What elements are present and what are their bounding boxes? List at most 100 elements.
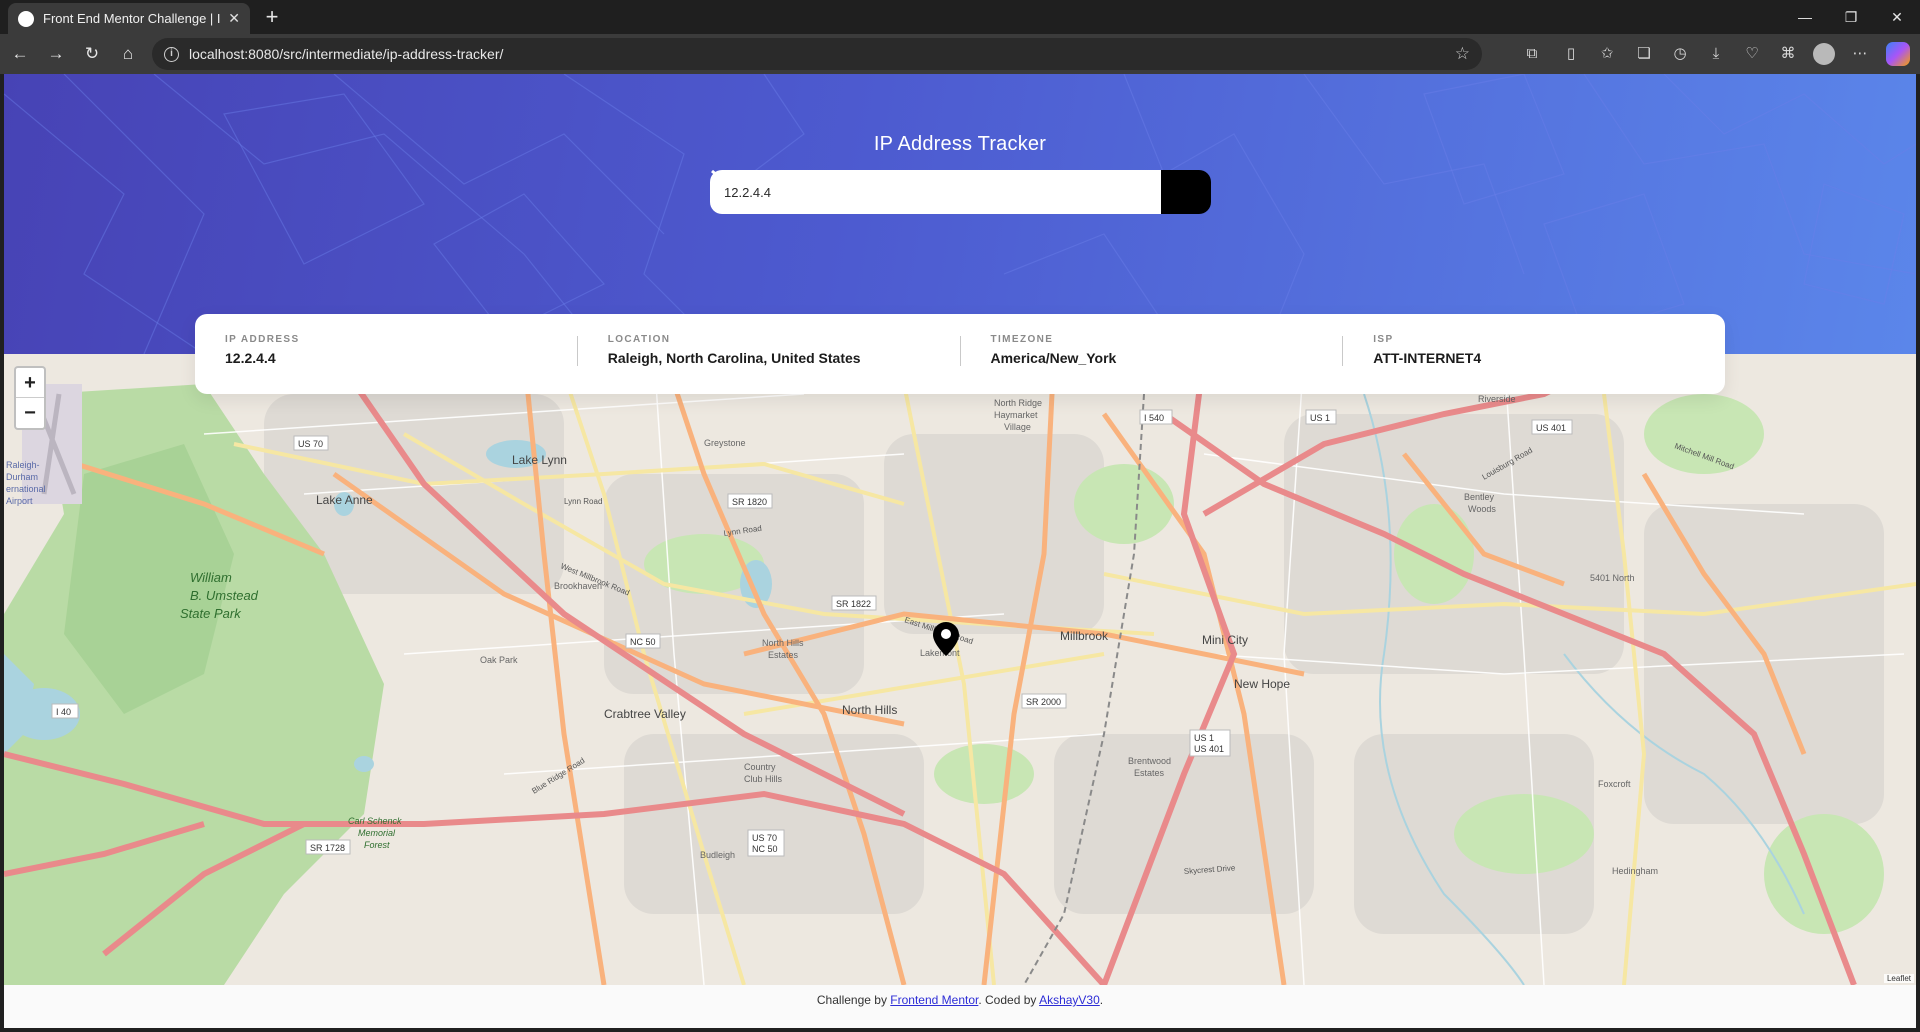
search-form [710, 170, 1211, 214]
map-label: Airport [6, 496, 33, 506]
tab-close-icon[interactable]: ✕ [228, 10, 240, 27]
map-label: Millbrook [1060, 629, 1109, 643]
map-label: Durham [6, 472, 38, 482]
svg-text:SR 1820: SR 1820 [732, 497, 767, 507]
footer-middle: . Coded by [978, 993, 1040, 1007]
map-label: New Hope [1234, 677, 1290, 691]
footer-prefix: Challenge by [816, 993, 891, 1007]
address-url[interactable]: localhost:8080/src/intermediate/ip-addre… [189, 46, 1455, 62]
favorites-icon[interactable]: ✩ [1596, 43, 1618, 65]
map-label: Greystone [704, 438, 746, 448]
reload-icon[interactable]: ↻ [78, 40, 106, 68]
zoom-in-button[interactable]: + [16, 368, 44, 398]
info-label: Location [607, 334, 671, 345]
map-attribution[interactable]: Leaflet [1883, 974, 1914, 983]
history-icon[interactable]: ◷ [1669, 43, 1691, 65]
site-info-icon[interactable]: i [164, 46, 179, 62]
extensions-icon[interactable]: ⧉ [1521, 43, 1543, 65]
map-label: Lake Anne [316, 493, 373, 507]
map-label: North Ridge [994, 398, 1042, 408]
map-container[interactable]: Lake Lynn Lake Anne Greystone North Ridg… [4, 354, 1916, 985]
map-label: Riverside [1478, 394, 1516, 404]
svg-text:US 70: US 70 [752, 833, 777, 843]
svg-text:SR 1728: SR 1728 [310, 843, 345, 853]
browser-toolbar: ← → ↻ ⌂ i localhost:8080/src/intermediat… [0, 34, 1920, 74]
back-icon[interactable]: ← [6, 40, 34, 68]
hero-pattern [4, 74, 1916, 354]
browser-tab-bar: Front End Mentor Challenge | IP Address … [0, 0, 1920, 34]
map-label: Estates [1134, 768, 1165, 778]
new-tab-icon[interactable]: + [258, 4, 286, 32]
browser-tab[interactable]: Front End Mentor Challenge | IP Address … [8, 3, 250, 34]
map-label: Lake Lynn [512, 453, 567, 467]
split-screen-icon[interactable]: ▯ [1560, 43, 1582, 65]
map-label: Woods [1468, 504, 1496, 514]
info-value: Raleigh, North Carolina, United States [607, 350, 861, 366]
map-label: Brentwood [1128, 756, 1171, 766]
info-value: ATT-INTERNET4 [1373, 350, 1482, 366]
map-label: Bentley [1464, 492, 1495, 502]
health-icon[interactable]: ♡ [1741, 43, 1763, 65]
map-label: State Park [180, 606, 242, 621]
map-label: William [190, 570, 232, 585]
ip-search-input[interactable] [710, 170, 1161, 214]
svg-text:SR 1822: SR 1822 [836, 599, 871, 609]
collections-icon[interactable]: ❏ [1633, 43, 1655, 65]
author-link[interactable]: AkshayV30 [1039, 993, 1100, 1007]
svg-text:I 540: I 540 [1144, 413, 1164, 423]
svg-text:US 70: US 70 [298, 439, 323, 449]
map-label: North Hills [842, 703, 897, 717]
info-ip-address: IP Address 12.2.4.4 [195, 334, 577, 366]
svg-text:US 401: US 401 [1536, 423, 1566, 433]
info-label: Timezone [990, 334, 1054, 345]
map-label: Memorial [358, 828, 396, 838]
copilot-icon[interactable] [1886, 42, 1910, 66]
map-label: Oak Park [480, 655, 518, 665]
downloads-icon[interactable]: ⤓ [1705, 43, 1727, 65]
map-label: Village [1004, 422, 1031, 432]
games-icon[interactable]: ⌘ [1777, 43, 1799, 65]
map-label: Hedingham [1612, 866, 1658, 876]
address-bar[interactable]: i localhost:8080/src/intermediate/ip-add… [152, 38, 1482, 70]
map-label: Mini City [1202, 633, 1248, 647]
home-icon[interactable]: ⌂ [114, 40, 142, 68]
map-label: Club Hills [744, 774, 783, 784]
map-label: Carl Schenck [348, 816, 402, 826]
svg-text:US 1: US 1 [1310, 413, 1330, 423]
info-label: ISP [1373, 334, 1394, 345]
map-label: Raleigh- [6, 460, 40, 470]
map-label: Lynn Road [564, 497, 602, 506]
map-label: 5401 North [1590, 573, 1635, 583]
chevron-right-icon [711, 170, 722, 184]
info-value: 12.2.4.4 [225, 350, 276, 366]
ip-info-card: IP Address 12.2.4.4 Location Raleigh, No… [195, 314, 1725, 394]
svg-text:US 401: US 401 [1194, 744, 1224, 754]
zoom-control: + − [14, 366, 46, 430]
search-submit-button[interactable] [711, 170, 1211, 214]
zoom-out-button[interactable]: − [16, 398, 44, 428]
map-label: Forest [364, 840, 390, 850]
page-viewport: IP Address Tracker 12.2.4.4 Lake Lynn La… [4, 74, 1916, 1028]
profile-avatar[interactable] [1813, 43, 1835, 65]
map-label: Crabtree Valley [604, 707, 686, 721]
map-label: Budleigh [700, 850, 735, 860]
frontend-mentor-link[interactable]: Frontend Mentor [890, 993, 978, 1007]
map-label: Estates [768, 650, 799, 660]
map-label: ernational [6, 484, 46, 494]
tab-title: Front End Mentor Challenge | IP Address … [43, 11, 221, 26]
close-window-icon[interactable]: ✕ [1874, 0, 1920, 34]
forward-icon[interactable]: → [42, 40, 70, 68]
page-title: IP Address Tracker [873, 133, 1047, 155]
info-value: America/New_York [990, 350, 1117, 366]
svg-text:SR 2000: SR 2000 [1026, 697, 1061, 707]
hero-header: IP Address Tracker [4, 74, 1916, 354]
svg-text:NC 50: NC 50 [630, 637, 656, 647]
minimize-icon[interactable]: — [1782, 0, 1828, 34]
info-isp: ISP ATT-INTERNET4 [1342, 334, 1725, 366]
info-timezone: Timezone America/New_York [959, 334, 1343, 366]
more-menu-icon[interactable]: ⋯ [1849, 43, 1871, 65]
favorite-star-icon[interactable]: ☆ [1455, 44, 1470, 64]
tab-favicon-icon [18, 10, 34, 27]
restore-icon[interactable]: ❐ [1828, 0, 1874, 34]
footer-suffix: . [1099, 993, 1104, 1007]
